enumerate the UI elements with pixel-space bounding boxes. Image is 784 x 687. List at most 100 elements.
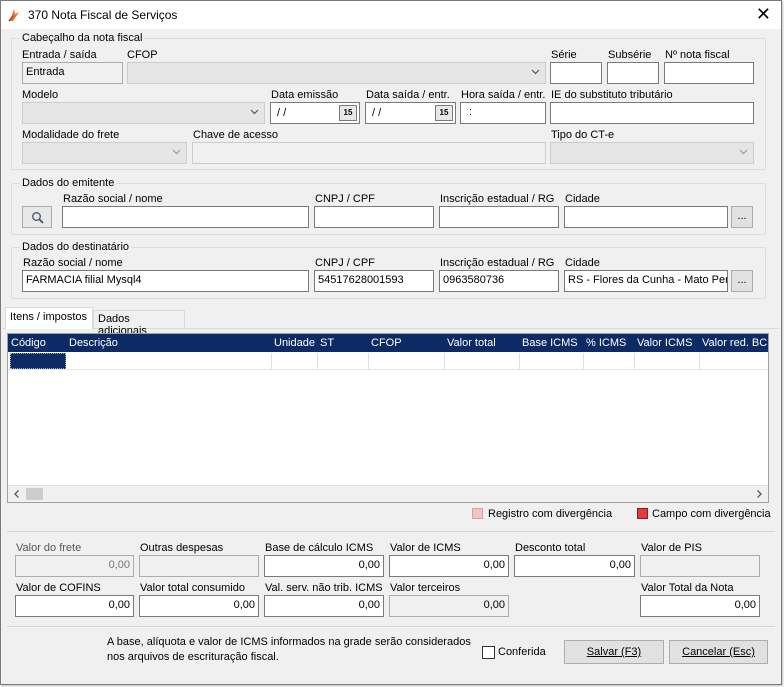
registro-divergencia-label: Registro com divergência xyxy=(488,508,613,520)
emitente-ie-input[interactable] xyxy=(439,206,559,228)
salvar-button[interactable]: Salvar (F3) xyxy=(564,640,664,664)
total-consumido-label: Valor total consumido xyxy=(140,582,245,594)
emitente-razao-label: Razão social / nome xyxy=(63,193,163,205)
destinatario-ie-label: Inscrição estadual / RG xyxy=(440,257,555,269)
itens-grid[interactable]: Código Descrição Unidade ST CFOP Valor t… xyxy=(7,333,769,503)
chevron-down-icon xyxy=(739,149,748,155)
tab-itens-impostos[interactable]: Itens / impostos xyxy=(5,307,93,329)
cabecalho-group-title: Cabeçalho da nota fiscal xyxy=(20,32,145,44)
modalidade-frete-label: Modalidade do frete xyxy=(22,129,120,141)
column-header-percent-icms[interactable]: % ICMS xyxy=(586,337,626,349)
scrollbar-thumb[interactable] xyxy=(26,488,43,500)
destinatario-cnpj-label: CNPJ / CPF xyxy=(315,257,375,269)
emitente-cidade-input[interactable] xyxy=(564,206,728,228)
column-header-base-icms[interactable]: Base ICMS xyxy=(522,337,578,349)
data-saida-label: Data saída / entr. xyxy=(366,89,450,101)
hora-saida-label: Hora saída / entr. xyxy=(461,89,546,101)
emitente-razao-input[interactable] xyxy=(62,206,309,228)
valor-total-nota-input[interactable]: 0,00 xyxy=(640,595,760,617)
chave-acesso-input xyxy=(192,142,546,164)
icms-note-line-1: A base, alíquota e valor de ICMS informa… xyxy=(107,636,471,648)
emitente-group-title: Dados do emitente xyxy=(20,177,117,189)
icms-note-line-2: nos arquivos de escrituração fiscal. xyxy=(107,651,279,663)
entrada-saida-label: Entrada / saída xyxy=(22,49,97,61)
destinatario-group-title: Dados do destinatário xyxy=(20,241,132,253)
column-header-valor-icms[interactable]: Valor ICMS xyxy=(637,337,692,349)
chave-acesso-label: Chave de acesso xyxy=(193,129,278,141)
subserie-input[interactable] xyxy=(607,62,659,84)
valor-total-nota-label: Valor Total da Nota xyxy=(641,582,734,594)
chevron-down-icon xyxy=(172,149,181,155)
numero-nota-input[interactable] xyxy=(664,62,754,84)
valor-pis-label: Valor de PIS xyxy=(641,542,702,554)
column-header-st[interactable]: ST xyxy=(320,337,334,349)
data-emissao-value: / / xyxy=(277,107,287,119)
grid-column-line xyxy=(317,353,318,369)
destinatario-cidade-label: Cidade xyxy=(565,257,600,269)
grid-column-line xyxy=(271,353,272,369)
horizontal-scrollbar[interactable] xyxy=(8,485,768,502)
hora-saida-input[interactable]: : xyxy=(460,102,546,124)
valor-frete-field: 0,00 xyxy=(15,555,134,577)
app-logo-icon xyxy=(8,9,19,22)
desconto-total-input[interactable]: 0,00 xyxy=(514,555,635,577)
destinatario-cidade-input[interactable]: RS - Flores da Cunha - Mato Pers xyxy=(564,270,728,292)
modelo-combo[interactable] xyxy=(22,102,265,124)
tipo-cte-label: Tipo do CT-e xyxy=(551,129,615,141)
column-header-valor-total[interactable]: Valor total xyxy=(447,337,496,349)
numero-nota-label: Nº nota fiscal xyxy=(665,49,730,61)
val-serv-nao-trib-input[interactable]: 0,00 xyxy=(264,595,384,617)
dialog-window: 370 Nota Fiscal de Serviços ✕ Cabeçalho … xyxy=(0,0,782,685)
tipo-cte-combo[interactable] xyxy=(550,142,754,164)
cancelar-button[interactable]: Cancelar (Esc) xyxy=(669,640,768,664)
destinatario-cidade-browse-button[interactable]: ... xyxy=(731,270,753,292)
grid-column-line xyxy=(368,353,369,369)
emitente-cidade-label: Cidade xyxy=(565,193,600,205)
calendar-icon[interactable]: 15 xyxy=(339,105,357,121)
ie-substituto-input[interactable] xyxy=(550,102,754,124)
valor-cofins-label: Valor de COFINS xyxy=(16,582,101,594)
campo-divergencia-label: Campo com divergência xyxy=(652,508,771,520)
total-consumido-input[interactable]: 0,00 xyxy=(139,595,259,617)
valor-cofins-input[interactable]: 0,00 xyxy=(15,595,134,617)
conferida-label[interactable]: Conferida xyxy=(498,646,546,658)
cfop-combo[interactable] xyxy=(127,62,546,84)
destinatario-razao-label: Razão social / nome xyxy=(23,257,123,269)
chevron-down-icon xyxy=(250,109,259,115)
valor-icms-input[interactable]: 0,00 xyxy=(389,555,509,577)
close-icon[interactable]: ✕ xyxy=(756,5,771,23)
column-header-descricao[interactable]: Descrição xyxy=(69,337,118,349)
column-header-valor-red-bc[interactable]: Valor red. BC xyxy=(702,337,767,349)
data-saida-input[interactable]: / / 15 xyxy=(365,102,456,124)
chevron-left-icon[interactable] xyxy=(12,489,22,499)
window-title: 370 Nota Fiscal de Serviços xyxy=(28,8,178,22)
destinatario-razao-input[interactable]: FARMACIA filial Mysql4 xyxy=(22,270,309,292)
data-emissao-input[interactable]: / / 15 xyxy=(270,102,360,124)
destinatario-cnpj-input[interactable]: 54517628001593 xyxy=(314,270,434,292)
grid-column-line xyxy=(519,353,520,369)
modelo-label: Modelo xyxy=(22,89,59,101)
desconto-total-label: Desconto total xyxy=(515,542,586,554)
tab-dados-adicionais[interactable]: Dados adicionais xyxy=(93,310,185,337)
destinatario-ie-input[interactable]: 0963580736 xyxy=(439,270,559,292)
data-saida-value: / / xyxy=(372,107,382,119)
column-header-codigo[interactable]: Código xyxy=(11,337,46,349)
data-emissao-label: Data emissão xyxy=(271,89,339,101)
column-header-unidade[interactable]: Unidade xyxy=(274,337,315,349)
base-calculo-icms-label: Base de cálculo ICMS xyxy=(265,542,374,554)
grid-selected-cell[interactable] xyxy=(10,353,66,369)
emitente-cnpj-input[interactable] xyxy=(314,206,434,228)
outras-despesas-field xyxy=(139,555,259,577)
calendar-icon[interactable]: 15 xyxy=(435,105,453,121)
conferida-checkbox[interactable] xyxy=(482,646,495,659)
search-emitente-button[interactable] xyxy=(22,206,52,228)
grid-header: Código Descrição Unidade ST CFOP Valor t… xyxy=(8,334,768,352)
emitente-cidade-browse-button[interactable]: ... xyxy=(731,206,753,228)
valor-frete-label: Valor do frete xyxy=(16,542,82,554)
chevron-right-icon[interactable] xyxy=(754,489,764,499)
column-header-cfop[interactable]: CFOP xyxy=(371,337,402,349)
modalidade-frete-combo[interactable] xyxy=(22,142,187,164)
serie-input[interactable] xyxy=(550,62,602,84)
ie-substituto-label: IE do substituto tributário xyxy=(551,89,673,101)
base-calculo-icms-input[interactable]: 0,00 xyxy=(264,555,384,577)
